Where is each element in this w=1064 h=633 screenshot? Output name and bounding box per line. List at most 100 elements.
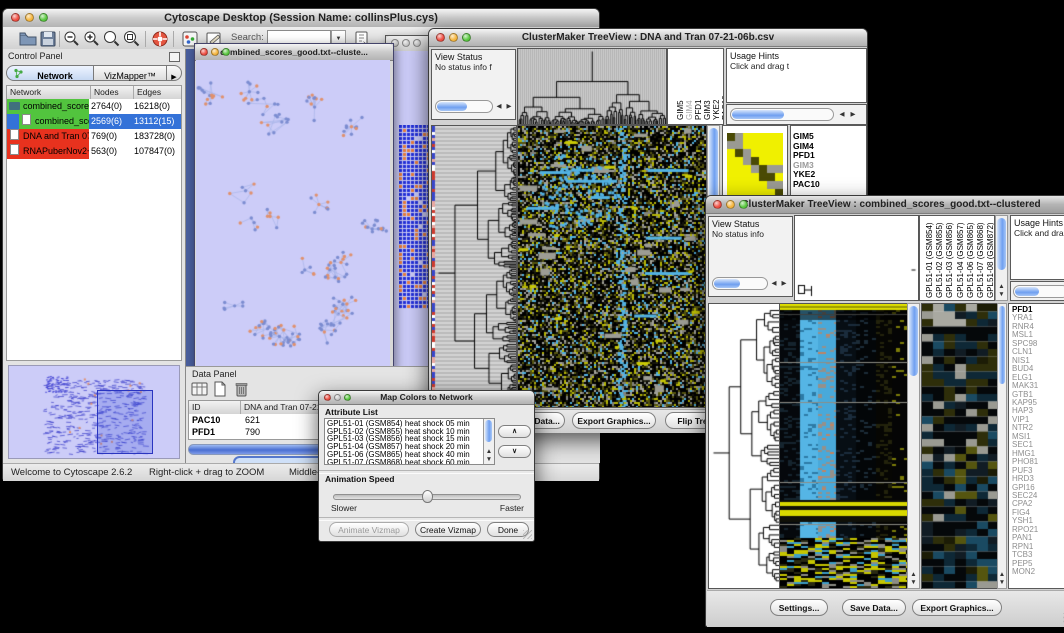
tv2-column-labels-vscrollbar[interactable]: ▲ ▼ bbox=[995, 215, 1008, 301]
minimize-icon[interactable] bbox=[726, 200, 735, 209]
attr-row-id[interactable]: PAC10 bbox=[192, 415, 220, 425]
scroll-left-icon[interactable]: ◀ bbox=[494, 100, 504, 113]
attribute-list-vscrollbar[interactable]: ▲ ▼ bbox=[483, 419, 494, 464]
column-label[interactable]: GPL51-06 (GSM865) bbox=[966, 222, 975, 298]
network-table-row[interactable]: combined_sco2569(6)13112(15) bbox=[7, 114, 181, 129]
zoom-actual-icon[interactable] bbox=[101, 29, 123, 49]
save-icon[interactable] bbox=[37, 29, 59, 49]
column-label[interactable]: PAC10 bbox=[721, 95, 724, 120]
tv2-zoom-heatmap-canvas[interactable] bbox=[921, 303, 998, 589]
tv2-heatmap-canvas[interactable] bbox=[779, 303, 908, 589]
tv2-usage-hscrollbar[interactable] bbox=[1013, 285, 1064, 298]
column-label[interactable]: GPL51-08 (GSM872) bbox=[986, 222, 995, 298]
tv1-row-dendrogram-canvas[interactable] bbox=[431, 125, 517, 408]
attribute-list-item[interactable]: GPL51-07 (GSM868) heat shock 60 min bbox=[325, 459, 483, 465]
zoom-window-icon[interactable] bbox=[222, 48, 230, 56]
tabs-overflow-button[interactable]: ▶ bbox=[166, 65, 182, 81]
export-graphics-button[interactable]: Export Graphics... bbox=[912, 599, 1002, 616]
minimize-icon[interactable] bbox=[402, 39, 410, 47]
animate-vizmap-button[interactable]: Animate Vizmap bbox=[329, 522, 409, 537]
zoom-window-icon[interactable] bbox=[739, 200, 748, 209]
animation-speed-slider[interactable] bbox=[333, 494, 521, 500]
float-panel-icon[interactable] bbox=[169, 52, 180, 62]
zoom-out-icon[interactable] bbox=[61, 29, 83, 49]
tv2-heatmap-vscrollbar[interactable]: ▲ ▼ bbox=[907, 303, 920, 589]
scroll-right-icon[interactable]: ▶ bbox=[504, 100, 514, 113]
zoom-window-icon[interactable] bbox=[344, 394, 351, 401]
network-view-canvas[interactable] bbox=[196, 60, 390, 368]
scroll-down-icon[interactable]: ▼ bbox=[998, 579, 1006, 587]
network-view-window[interactable]: combined_scores_good.txt--cluste... bbox=[194, 43, 394, 371]
column-label[interactable]: GPL51-03 (GSM856) bbox=[945, 222, 954, 298]
overview-selection-rect[interactable] bbox=[97, 390, 153, 454]
scroll-left-icon[interactable]: ◀ bbox=[769, 277, 779, 290]
zoom-window-icon[interactable] bbox=[462, 33, 471, 42]
scroll-up-icon[interactable]: ▲ bbox=[996, 283, 1007, 291]
tab-network[interactable]: Network bbox=[6, 65, 94, 81]
col-header-edges[interactable]: Edges bbox=[134, 86, 181, 99]
network-overview-panel[interactable] bbox=[8, 365, 180, 459]
network-table-row[interactable]: DNA and Tran 07769(0)183728(0) bbox=[7, 129, 181, 144]
scroll-down-icon[interactable]: ▼ bbox=[996, 291, 1007, 299]
col-header-network[interactable]: Network bbox=[7, 86, 91, 99]
column-label[interactable]: GIM3 bbox=[703, 100, 712, 120]
tv1-zoom-hscrollbar[interactable] bbox=[730, 108, 834, 121]
network-view-titlebar[interactable]: combined_scores_good.txt--cluste... bbox=[195, 44, 393, 61]
zoom-fit-icon[interactable] bbox=[121, 29, 143, 49]
column-label[interactable]: GPL51-04 (GSM857) bbox=[956, 222, 965, 298]
move-down-button[interactable]: ∨ bbox=[498, 445, 531, 458]
column-label[interactable]: GIM5 bbox=[676, 100, 685, 120]
col-header-nodes[interactable]: Nodes bbox=[91, 86, 134, 99]
column-label[interactable]: GPL51-01 (GSM854) bbox=[925, 222, 934, 298]
zoom-window-icon[interactable] bbox=[413, 39, 421, 47]
network-table-row[interactable]: combined_scores2764(0)16218(0) bbox=[7, 99, 181, 114]
tv2-status-hscrollbar[interactable] bbox=[712, 277, 768, 290]
attr-row-value[interactable]: 621 bbox=[245, 415, 260, 425]
open-file-icon[interactable] bbox=[17, 29, 39, 49]
delete-attribute-icon[interactable] bbox=[234, 381, 249, 398]
treeview2-titlebar[interactable]: ClusterMaker TreeView : combined_scores_… bbox=[706, 196, 1064, 214]
scroll-down-icon[interactable]: ▼ bbox=[908, 579, 919, 587]
export-graphics-button[interactable]: Export Graphics... bbox=[572, 412, 656, 429]
minimize-icon[interactable] bbox=[449, 33, 458, 42]
scroll-down-icon[interactable]: ▼ bbox=[484, 456, 494, 464]
tab-vizmapper[interactable]: VizMapper™ bbox=[93, 65, 167, 81]
network-table-row[interactable]: RNAPuberNov2+563(0)107847(0) bbox=[7, 144, 181, 159]
move-up-button[interactable]: ∧ bbox=[498, 425, 531, 438]
close-icon[interactable] bbox=[436, 33, 445, 42]
close-icon[interactable] bbox=[324, 394, 331, 401]
column-label[interactable]: PFD1 bbox=[694, 100, 703, 120]
attr-row-id[interactable]: PFD1 bbox=[192, 427, 215, 437]
new-attribute-icon[interactable] bbox=[213, 381, 227, 397]
close-icon[interactable] bbox=[713, 200, 722, 209]
scroll-up-icon[interactable]: ▲ bbox=[998, 571, 1006, 579]
gene-label[interactable]: PAC10 bbox=[791, 180, 866, 190]
tv2-row-labels-vscrollbar[interactable]: ▲ ▼ bbox=[997, 303, 1007, 589]
minimize-icon[interactable] bbox=[334, 394, 341, 401]
attr-row-value[interactable]: 790 bbox=[245, 427, 260, 437]
save-data-button[interactable]: Save Data... bbox=[842, 599, 906, 616]
tv2-row-dendrogram-canvas[interactable] bbox=[708, 303, 780, 589]
main-titlebar[interactable]: Cytoscape Desktop (Session Name: collins… bbox=[3, 9, 599, 28]
zoom-window-icon[interactable] bbox=[39, 13, 48, 22]
tv2-column-dendrogram-canvas[interactable] bbox=[794, 215, 919, 301]
scroll-right-icon[interactable]: ▶ bbox=[848, 108, 858, 121]
slider-thumb[interactable] bbox=[422, 490, 433, 503]
scroll-up-icon[interactable]: ▲ bbox=[908, 571, 919, 579]
close-icon[interactable] bbox=[11, 13, 20, 22]
tv1-column-dendrogram-canvas[interactable] bbox=[517, 48, 667, 125]
gene-label[interactable]: MON2 bbox=[1009, 568, 1064, 576]
tv1-zoom-heatmap-canvas[interactable] bbox=[727, 133, 783, 197]
minimize-icon[interactable] bbox=[25, 13, 34, 22]
attr-col-id[interactable]: ID bbox=[189, 401, 241, 414]
close-icon[interactable] bbox=[200, 48, 208, 56]
resize-grip-icon[interactable] bbox=[523, 530, 532, 539]
scroll-right-icon[interactable]: ▶ bbox=[779, 277, 789, 290]
column-label[interactable]: GPL51-02 (GSM855) bbox=[935, 222, 944, 298]
minimize-icon[interactable] bbox=[211, 48, 219, 56]
select-attributes-icon[interactable] bbox=[191, 381, 208, 397]
column-label[interactable]: YKE2 bbox=[712, 100, 721, 120]
tv1-status-hscrollbar[interactable] bbox=[435, 100, 493, 113]
zoom-in-icon[interactable] bbox=[81, 29, 103, 49]
scroll-left-icon[interactable]: ◀ bbox=[837, 108, 847, 121]
